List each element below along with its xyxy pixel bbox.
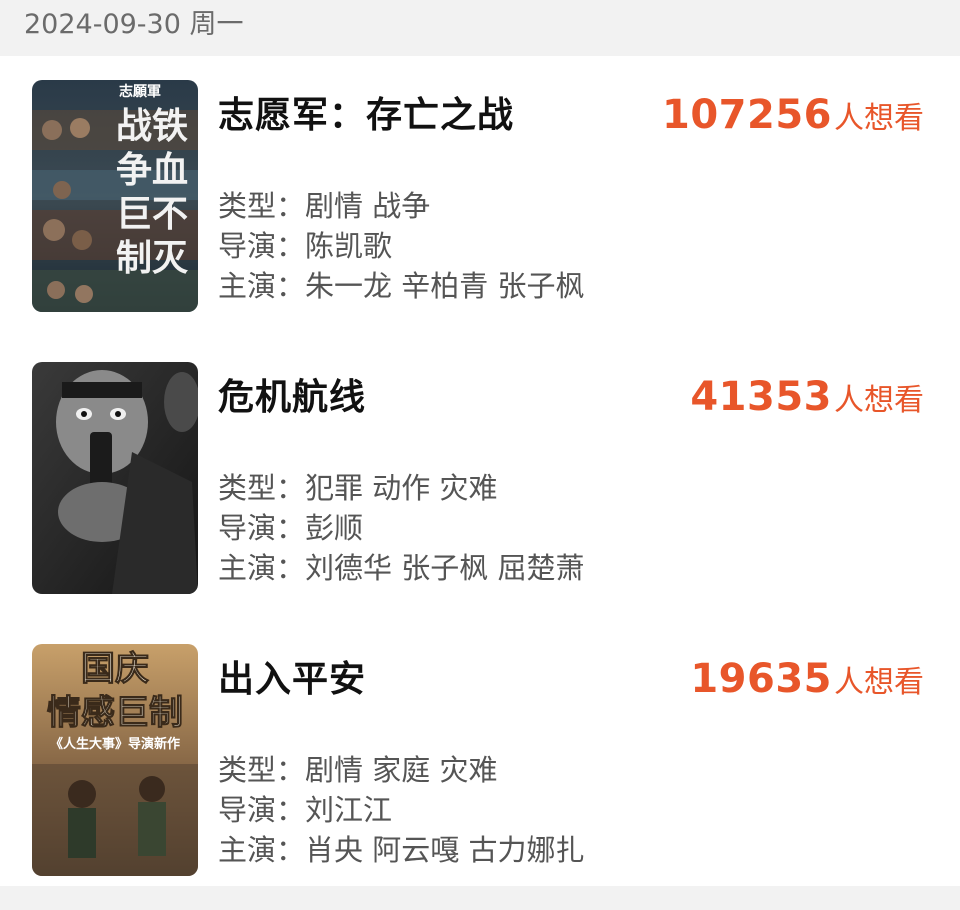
poster-logo-text: 志願軍 (119, 83, 161, 100)
director-value: 陈凯歌 (305, 229, 393, 263)
genre-value: 剧情 家庭 灾难 (305, 753, 498, 787)
director-row: 导演：彭顺 (218, 508, 584, 548)
want-to-see-count: 41353 人想看 (690, 374, 924, 420)
genre-row: 类型：犯罪 动作 灾难 (218, 468, 584, 508)
director-value: 彭顺 (305, 511, 364, 545)
genre-value: 犯罪 动作 灾难 (305, 471, 498, 505)
want-to-see-count: 19635 人想看 (690, 656, 924, 702)
cast-value: 朱一龙 辛柏青 张子枫 (305, 269, 585, 303)
cast-value: 刘德华 张子枫 屈楚萧 (305, 551, 585, 585)
crisis-route-poster (32, 362, 198, 594)
movie-card[interactable]: 国庆 情感巨制 《人生大事》导演新作 出入平安 19635 人想看 类型：剧情 … (0, 620, 960, 876)
poster-slogan-line-4: 制灭 (116, 238, 188, 279)
want-count-suffix: 人想看 (834, 665, 924, 700)
poster-title-line-1: 国庆 (81, 649, 149, 689)
want-count-number: 107256 (662, 92, 832, 138)
want-count-number: 41353 (690, 374, 832, 420)
movie-info: 类型：剧情 战争 导演：陈凯歌 主演：朱一龙 辛柏青 张子枫 (218, 186, 584, 306)
movie-list: 志願軍 战铁 争血 巨不 制灭 志愿军：存亡之战 107256 人想看 类型：剧… (0, 56, 960, 900)
movie-info: 类型：剧情 家庭 灾难 导演：刘江江 主演：肖央 阿云嘎 古力娜扎 (218, 750, 584, 870)
cast-value: 肖央 阿云嘎 古力娜扎 (305, 833, 585, 867)
movie-title[interactable]: 志愿军：存亡之战 (218, 86, 514, 138)
want-count-suffix: 人想看 (834, 383, 924, 418)
genre-label: 类型： (218, 471, 306, 505)
movie-card[interactable]: 志願軍 战铁 争血 巨不 制灭 志愿军：存亡之战 107256 人想看 类型：剧… (0, 56, 960, 312)
director-label: 导演： (218, 229, 306, 263)
cast-row: 主演：刘德华 张子枫 屈楚萧 (218, 548, 584, 588)
poster-slogan-line-2: 争血 (116, 150, 188, 191)
poster-title-line-2: 情感巨制 (47, 693, 183, 733)
director-label: 导演： (218, 511, 306, 545)
cast-label: 主演： (218, 269, 306, 303)
poster-slogan-line-3: 巨不 (116, 194, 188, 235)
cast-label: 主演： (218, 551, 306, 585)
movie-poster-image[interactable]: 志願軍 战铁 争血 巨不 制灭 (32, 80, 198, 312)
movie-title[interactable]: 危机航线 (218, 368, 366, 420)
cast-label: 主演： (218, 833, 306, 867)
movie-card[interactable]: 危机航线 41353 人想看 类型：犯罪 动作 灾难 导演：彭顺 主演：刘德华 … (0, 338, 960, 594)
date-header: 2024-09-30 周一 (0, 0, 960, 56)
movie-info: 类型：犯罪 动作 灾难 导演：彭顺 主演：刘德华 张子枫 屈楚萧 (218, 468, 584, 588)
genre-row: 类型：剧情 家庭 灾难 (218, 750, 584, 790)
poster-slogan-line-1: 战铁 (116, 106, 188, 147)
volunteer-army-poster: 志願軍 战铁 争血 巨不 制灭 (32, 80, 198, 312)
want-to-see-count: 107256 人想看 (662, 92, 924, 138)
bottom-divider (0, 886, 960, 900)
cast-row: 主演：肖央 阿云嘎 古力娜扎 (218, 830, 584, 870)
want-count-suffix: 人想看 (834, 101, 924, 136)
movie-poster-image[interactable] (32, 362, 198, 594)
genre-label: 类型： (218, 753, 306, 787)
director-row: 导演：刘江江 (218, 790, 584, 830)
director-label: 导演： (218, 793, 306, 827)
director-value: 刘江江 (305, 793, 393, 827)
genre-row: 类型：剧情 战争 (218, 186, 584, 226)
director-row: 导演：陈凯歌 (218, 226, 584, 266)
want-count-number: 19635 (690, 656, 832, 702)
poster-tagline: 《人生大事》导演新作 (50, 736, 180, 752)
genre-label: 类型： (218, 189, 306, 223)
movie-poster-image[interactable]: 国庆 情感巨制 《人生大事》导演新作 (32, 644, 198, 876)
date-label: 2024-09-30 周一 (24, 8, 244, 40)
cast-row: 主演：朱一龙 辛柏青 张子枫 (218, 266, 584, 306)
safe-journey-poster: 国庆 情感巨制 《人生大事》导演新作 (32, 644, 198, 876)
genre-value: 剧情 战争 (305, 189, 431, 223)
movie-title[interactable]: 出入平安 (218, 650, 366, 702)
